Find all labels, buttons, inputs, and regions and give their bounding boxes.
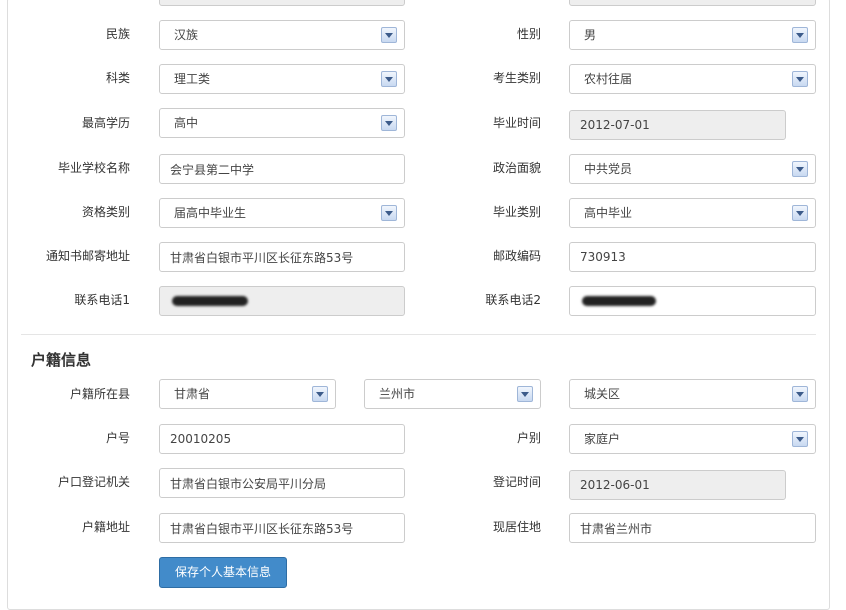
education-select[interactable]: 高中: [159, 108, 405, 138]
chevron-down-icon[interactable]: [312, 386, 328, 402]
education-value: 高中: [174, 116, 199, 130]
mail-address-field[interactable]: [159, 242, 405, 272]
household-authority-label: 户口登记机关: [57, 475, 130, 489]
political-label: 政治面貌: [492, 161, 541, 175]
gender-select[interactable]: 男: [569, 20, 816, 50]
household-address-label: 户籍地址: [81, 520, 130, 534]
household-city-value: 兰州市: [379, 387, 416, 401]
register-time-label: 登记时间: [492, 475, 541, 489]
graduation-type-label: 毕业类别: [492, 205, 541, 219]
phone1-field[interactable]: [159, 286, 405, 316]
phone2-label: 联系电话2: [485, 293, 541, 307]
household-district-value: 城关区: [584, 387, 621, 401]
candidate-type-value: 农村往届: [584, 72, 633, 86]
chevron-down-icon[interactable]: [381, 115, 397, 131]
education-label: 最高学历: [81, 116, 130, 130]
chevron-down-icon[interactable]: [381, 71, 397, 87]
household-province-value: 甘肃省: [174, 387, 211, 401]
mail-address-label: 通知书邮寄地址: [45, 249, 130, 263]
household-province-select[interactable]: 甘肃省: [159, 379, 336, 409]
school-name-field[interactable]: [159, 154, 405, 184]
phone1-label: 联系电话1: [74, 293, 130, 307]
residence-field[interactable]: [569, 513, 816, 543]
save-basic-info-button[interactable]: 保存个人基本信息: [159, 557, 287, 588]
household-section-title: 户籍信息: [31, 351, 92, 369]
ethnicity-label: 民族: [105, 27, 130, 41]
qualification-value: 届高中毕业生: [174, 206, 247, 220]
graduation-type-select[interactable]: 高中毕业: [569, 198, 816, 228]
redacted-phone1: [172, 296, 248, 306]
graduation-type-value: 高中毕业: [584, 206, 633, 220]
redacted-phone2: [582, 296, 656, 306]
household-type-select[interactable]: 家庭户: [569, 424, 816, 454]
chevron-down-icon[interactable]: [792, 431, 808, 447]
household-authority-field[interactable]: [159, 468, 405, 498]
graduation-time-label: 毕业时间: [492, 116, 541, 130]
gender-label: 性别: [516, 27, 541, 41]
gender-value: 男: [584, 28, 597, 42]
chevron-down-icon[interactable]: [792, 27, 808, 43]
household-type-label: 户别: [516, 431, 541, 445]
household-address-field[interactable]: [159, 513, 405, 543]
postcode-label: 邮政编码: [492, 249, 541, 263]
candidate-type-label: 考生类别: [492, 71, 541, 85]
candidate-type-select[interactable]: 农村往届: [569, 64, 816, 94]
household-number-label: 户号: [105, 431, 130, 445]
qualification-select[interactable]: 届高中毕业生: [159, 198, 405, 228]
chevron-down-icon[interactable]: [381, 27, 397, 43]
qualification-label: 资格类别: [81, 205, 130, 219]
household-city-select[interactable]: 兰州市: [364, 379, 541, 409]
subject-label: 科类: [105, 71, 130, 85]
chevron-down-icon[interactable]: [792, 71, 808, 87]
phone2-field[interactable]: [569, 286, 816, 316]
political-select[interactable]: 中共党员: [569, 154, 816, 184]
household-district-select[interactable]: 城关区: [569, 379, 816, 409]
subject-select[interactable]: 理工类: [159, 64, 405, 94]
chevron-down-icon[interactable]: [381, 205, 397, 221]
residence-label: 现居住地: [492, 520, 541, 534]
chevron-down-icon[interactable]: [792, 386, 808, 402]
register-time-field[interactable]: [569, 470, 786, 500]
section-divider: [21, 334, 816, 335]
subject-value: 理工类: [174, 72, 211, 86]
top-right-field-partial[interactable]: [569, 0, 816, 6]
household-type-value: 家庭户: [584, 432, 621, 446]
chevron-down-icon[interactable]: [792, 205, 808, 221]
ethnicity-value: 汉族: [174, 28, 199, 42]
chevron-down-icon[interactable]: [517, 386, 533, 402]
household-county-label: 户籍所在县: [69, 387, 130, 401]
household-number-field[interactable]: [159, 424, 405, 454]
top-left-field-partial[interactable]: [159, 0, 405, 6]
school-name-label: 毕业学校名称: [57, 161, 130, 175]
graduation-time-field[interactable]: [569, 110, 786, 140]
chevron-down-icon[interactable]: [792, 161, 808, 177]
political-value: 中共党员: [584, 162, 633, 176]
ethnicity-select[interactable]: 汉族: [159, 20, 405, 50]
postcode-field[interactable]: [569, 242, 816, 272]
